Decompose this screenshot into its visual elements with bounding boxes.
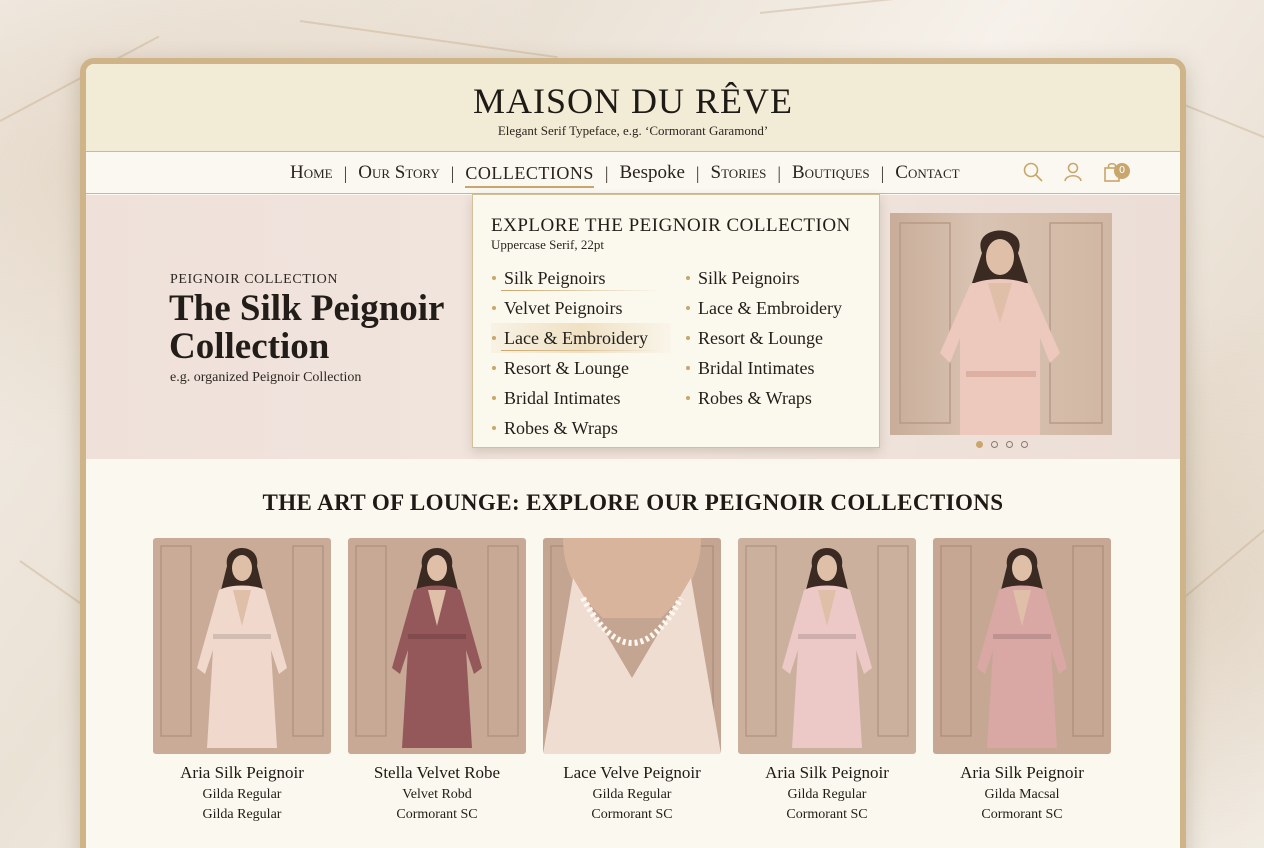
product-detail: Cormorant SC (981, 807, 1063, 822)
mega-menu-link[interactable]: Bridal Intimates (685, 353, 865, 383)
website-frame: MAISON DU RÊVE Elegant Serif Typeface, e… (80, 58, 1186, 848)
product-card[interactable]: Stella Velvet Robe Velvet Robd Cormorant… (348, 538, 526, 823)
nav-item-home[interactable]: Home (290, 162, 333, 184)
nav-item-contact[interactable]: Contact (895, 162, 959, 184)
cart-count-badge: 0 (1114, 163, 1130, 179)
nav-separator: | (777, 162, 781, 183)
search-icon[interactable] (1022, 161, 1044, 183)
mega-menu-link[interactable]: Silk Peignoirs (685, 263, 865, 293)
product-name[interactable]: Aria Silk Peignoir (153, 763, 331, 783)
mega-menu-title: EXPLORE THE PEIGNOIR COLLECTION (491, 215, 851, 236)
brand-tagline: Elegant Serif Typeface, e.g. ‘Cormorant … (497, 123, 769, 138)
mega-menu-link[interactable]: Resort & Lounge (491, 353, 671, 383)
nav-items: Home | Our Story | COLLECTIONS | Bespoke | Stori… (290, 152, 960, 194)
product-detail: Gilda Regular (592, 787, 672, 802)
mega-menu-link[interactable]: Silk Peignoirs (491, 263, 671, 293)
product-image[interactable] (933, 538, 1111, 754)
product-detail: Gilda Macsal (984, 787, 1060, 802)
carousel-dot[interactable] (976, 441, 983, 448)
nav-item-bespoke[interactable]: Bespoke (619, 162, 684, 184)
product-name[interactable]: Stella Velvet Robe (348, 763, 526, 783)
mega-menu-subtitle: Uppercase Serif, 22pt (491, 237, 604, 252)
product-card[interactable]: Aria Silk Peignoir Gilda Regular Gilda R… (153, 538, 331, 823)
section-title: THE ART OF LOUNGE: EXPLORE OUR PEIGNOIR … (262, 490, 1004, 515)
nav-item-collections[interactable]: COLLECTIONS (465, 163, 594, 188)
nav-item-stories[interactable]: Stories (711, 162, 767, 184)
hero-subtitle: e.g. organized Peignoir Collection (170, 370, 362, 385)
nav-separator: | (695, 162, 700, 183)
carousel-dots (976, 441, 1028, 448)
product-name[interactable]: Aria Silk Peignoir (738, 763, 916, 783)
brand-logo[interactable]: MAISON DU RÊVE (86, 64, 1180, 122)
masthead: MAISON DU RÊVE Elegant Serif Typeface, e… (86, 64, 1180, 152)
hero-model-image (890, 213, 1112, 435)
nav-separator: | (450, 162, 455, 183)
mega-menu-column-1: Silk Peignoirs Velvet Peignoirs Lace & Emb… (491, 263, 671, 443)
product-card[interactable]: Lace Velve Peignoir Gilda Regular Cormor… (543, 538, 721, 823)
nav-item-our-story[interactable]: Our Story (358, 162, 440, 184)
mega-menu-link[interactable]: Lace & Embroidery (491, 323, 671, 353)
product-detail: Gilda Regular (202, 787, 282, 802)
mega-menu-link[interactable]: Resort & Lounge (685, 323, 865, 353)
shopping-bag-icon[interactable]: 0 (1102, 161, 1132, 183)
collections-mega-menu: EXPLORE THE PEIGNOIR COLLECTION Uppercas… (472, 194, 880, 448)
carousel-dot[interactable] (991, 441, 998, 448)
marble-vein (1179, 529, 1264, 602)
product-detail: Cormorant SC (786, 807, 868, 822)
product-grid: Aria Silk Peignoir Gilda Regular Gilda R… (153, 538, 1111, 823)
mega-menu-link[interactable]: Velvet Peignoirs (491, 293, 671, 323)
carousel-dot[interactable] (1021, 441, 1028, 448)
product-image[interactable] (153, 538, 331, 754)
hero-eyebrow: PEIGNOIR COLLECTION (170, 272, 339, 287)
product-name[interactable]: Aria Silk Peignoir (933, 763, 1111, 783)
mega-menu-link[interactable]: Lace & Embroidery (685, 293, 865, 323)
nav-item-boutiques[interactable]: Boutiques (792, 162, 870, 184)
product-detail: Gilda Regular (202, 807, 282, 822)
nav-separator: | (343, 162, 348, 183)
product-card[interactable]: Aria Silk Peignoir Gilda Regular Cormora… (738, 538, 916, 823)
carousel-dot[interactable] (1006, 441, 1013, 448)
product-image[interactable] (348, 538, 526, 754)
product-name[interactable]: Lace Velve Peignoir (543, 763, 721, 783)
product-detail: Gilda Regular (787, 787, 867, 802)
product-detail: Velvet Robd (402, 787, 472, 802)
product-image[interactable] (543, 538, 721, 754)
nav-separator: | (604, 162, 609, 183)
mega-menu-link[interactable]: Robes & Wraps (491, 413, 671, 443)
product-image[interactable] (738, 538, 916, 754)
main-nav: Home | Our Story | COLLECTIONS | Bespoke | Stori… (86, 152, 1180, 194)
marble-vein (759, 0, 1059, 14)
marble-vein (299, 20, 558, 59)
product-detail: Cormorant SC (591, 807, 673, 822)
nav-icons: 0 (1022, 161, 1132, 183)
mega-menu-link[interactable]: Robes & Wraps (685, 383, 865, 413)
product-detail: Cormorant SC (396, 807, 478, 822)
mega-menu-column-2: Silk Peignoirs Lace & Embroidery Resort & … (685, 263, 865, 413)
product-card[interactable]: Aria Silk Peignoir Gilda Macsal Cormoran… (933, 538, 1111, 823)
mega-menu-link[interactable]: Bridal Intimates (491, 383, 671, 413)
user-icon[interactable] (1062, 161, 1084, 183)
hero-title: The Silk Peignoir Collection (169, 288, 444, 367)
nav-separator: | (880, 162, 885, 183)
